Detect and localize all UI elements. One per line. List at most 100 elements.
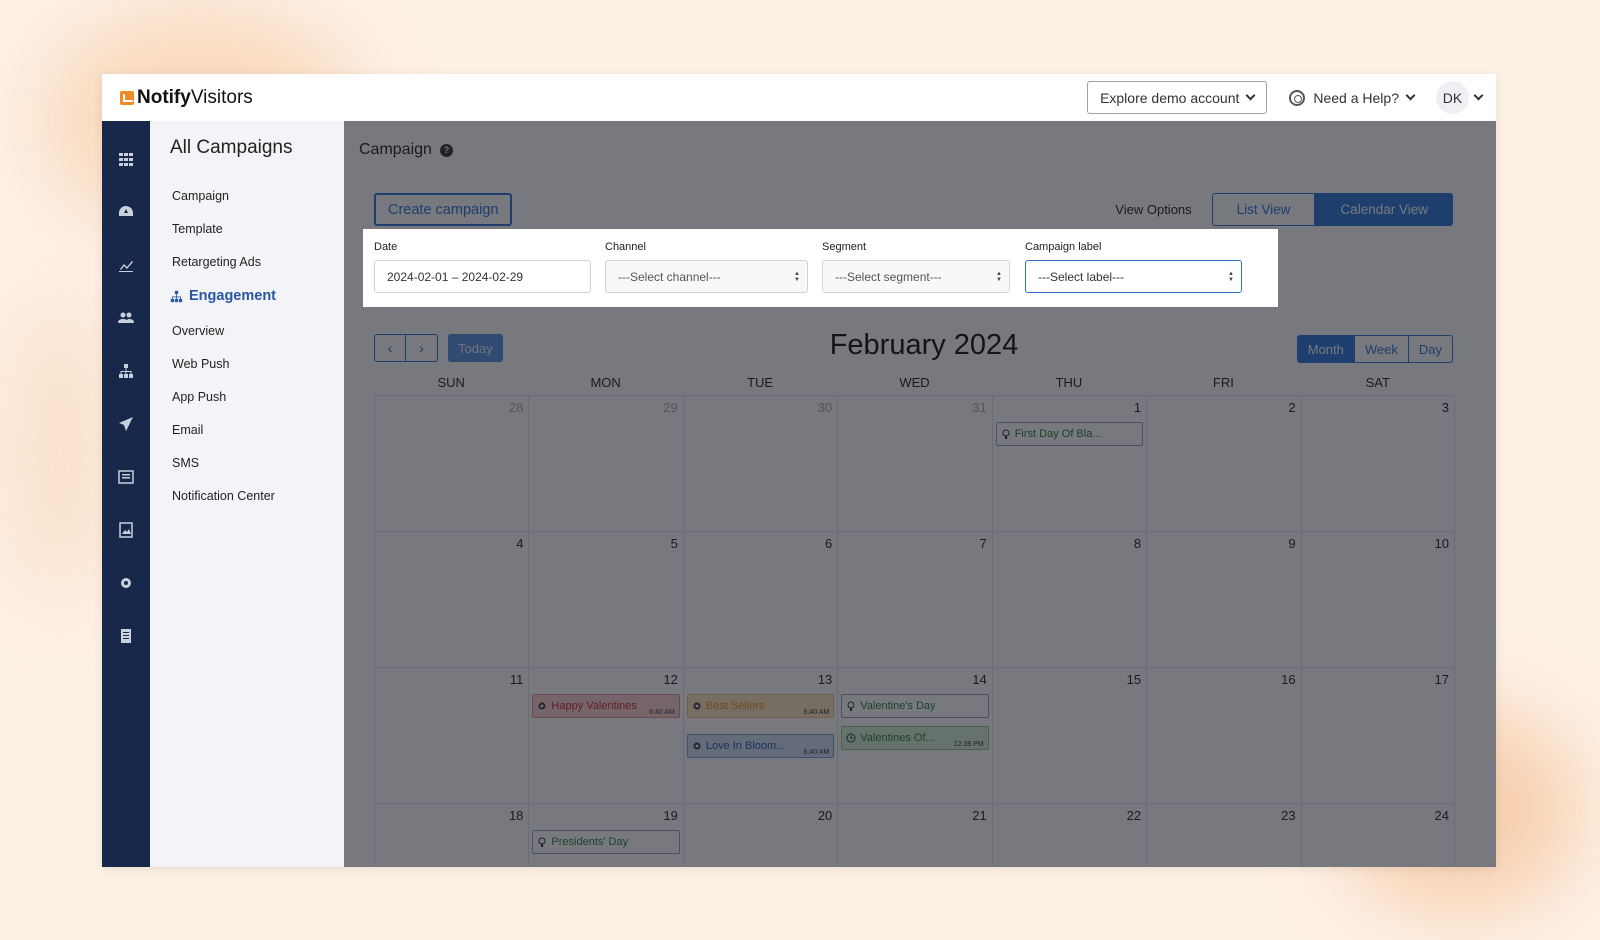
send-icon[interactable] <box>118 416 134 432</box>
calendar-day-cell[interactable]: 17 <box>1300 668 1455 803</box>
dashboard-icon[interactable] <box>118 204 134 220</box>
calendar-day-cell[interactable]: 12 Happy Valentines 6:40 AM <box>528 668 682 803</box>
calendar-day-cell[interactable]: 16 <box>1146 668 1300 803</box>
calendar-day-cell[interactable]: 13 Best Sellers 6:40 AM Love In Bloom... 6:4… <box>682 668 837 803</box>
calendar-event[interactable]: Happy Valentines 6:40 AM <box>532 694 680 718</box>
calendar-day-cell[interactable]: 11 <box>374 668 528 803</box>
document-icon[interactable] <box>118 628 134 644</box>
weekday-wed: WED <box>899 375 930 390</box>
calendar-day-cell[interactable]: 6 <box>682 532 837 667</box>
sidebar-item-sms[interactable]: SMS <box>170 446 344 479</box>
calendar-day-cell[interactable]: 7 <box>837 532 991 667</box>
gear-icon <box>692 701 702 711</box>
calendar-day-cell[interactable]: 22 <box>991 804 1146 867</box>
grid-icon[interactable] <box>118 151 134 167</box>
app-body: All Campaigns Campaign Template Retarget… <box>102 121 1496 867</box>
day-number: 31 <box>972 400 987 415</box>
select-arrows-icon: ▲ ▼ <box>996 271 1002 283</box>
calendar-day-cell[interactable]: 15 <box>991 668 1146 803</box>
hierarchy-icon[interactable] <box>118 363 134 379</box>
sidebar-item-app-push[interactable]: App Push <box>170 380 344 413</box>
month-view-button[interactable]: Month <box>1296 335 1355 363</box>
help-menu[interactable]: Need a Help? <box>1289 89 1416 106</box>
calendar-day-cell[interactable]: 8 <box>991 532 1146 667</box>
date-range-input[interactable]: 2024-02-01 – 2024-02-29 <box>374 260 591 293</box>
calendar-day-cell[interactable]: 1 First Day Of Bla... <box>991 396 1146 531</box>
calendar-day-cell[interactable]: 31 <box>837 396 991 531</box>
sidebar-item-overview[interactable]: Overview <box>170 314 344 347</box>
calendar-day-cell[interactable]: 3 <box>1300 396 1455 531</box>
calendar-event[interactable]: Valentine's Day <box>841 694 989 718</box>
calendar-day-cell[interactable]: 23 <box>1146 804 1300 867</box>
event-label: Love In Bloom... <box>705 740 786 752</box>
bulb-icon <box>537 837 547 847</box>
list-view-button[interactable]: List View <box>1211 193 1316 226</box>
help-circle-icon[interactable]: ? <box>439 143 453 157</box>
calendar-day-cell[interactable]: 20 <box>682 804 837 867</box>
logo-text-bold: Notify <box>137 86 191 108</box>
users-icon[interactable] <box>118 310 134 326</box>
channel-select[interactable]: ---Select channel--- ▲ ▼ <box>605 260 808 293</box>
select-arrows-icon: ▲ ▼ <box>1228 271 1234 283</box>
image-icon[interactable] <box>118 522 134 538</box>
sidebar-item-notification-center[interactable]: Notification Center <box>170 479 344 512</box>
sidebar-section-engagement[interactable]: Engagement <box>170 278 344 314</box>
calendar-day-cell[interactable]: 2 <box>1146 396 1300 531</box>
day-number: 19 <box>663 808 678 823</box>
settings-icon[interactable] <box>118 575 134 591</box>
event-label: Best Sellers <box>705 700 765 712</box>
explore-demo-button[interactable]: Explore demo account <box>1087 81 1268 114</box>
date-filter: Date 2024-02-01 – 2024-02-29 <box>374 241 591 293</box>
calendar-day-cell[interactable]: 29 <box>528 396 682 531</box>
brand-logo[interactable]: Notify Visitors <box>120 87 253 109</box>
week-view-button[interactable]: Week <box>1354 335 1408 363</box>
page-title: Campaign ? <box>359 141 453 159</box>
avatar: DK <box>1436 81 1469 114</box>
day-number: 14 <box>972 672 987 687</box>
calendar-day-cell[interactable]: 4 <box>374 532 528 667</box>
day-number: 9 <box>1288 536 1296 551</box>
day-number: 24 <box>1434 808 1449 823</box>
calendar-day-cell[interactable]: 19 Presidents' Day <box>528 804 682 867</box>
day-number: 15 <box>1126 672 1142 687</box>
day-number: 4 <box>516 536 524 551</box>
select-arrows-icon: ▲ ▼ <box>794 271 800 283</box>
sidebar-item-retargeting-ads[interactable]: Retargeting Ads <box>170 245 344 278</box>
bulb-icon <box>1001 429 1011 439</box>
calendar-day-cell[interactable]: 24 <box>1300 804 1455 867</box>
campaign-label-select-value: ---Select label--- <box>1038 269 1125 284</box>
calendar-event[interactable]: Love In Bloom... 6:40 AM <box>686 734 835 758</box>
calendar-day-cell[interactable]: 14 Valentine's Day Valentines Of... 12:39 P… <box>837 668 991 803</box>
event-time: 6:40 AM <box>803 749 830 756</box>
channel-filter: Channel ---Select channel--- ▲ ▼ <box>605 241 808 293</box>
list-icon[interactable] <box>118 469 134 485</box>
calendar-event[interactable]: Valentines Of... 12:39 PM <box>841 726 989 750</box>
day-number: 30 <box>817 400 833 415</box>
campaign-label-label: Campaign label <box>1025 241 1102 253</box>
calendar-week: 18 19 Presidents' Day 20 21 22 23 24 <box>374 803 1455 867</box>
calendar-day-cell[interactable]: 30 <box>682 396 837 531</box>
view-options: View Options List View Calendar View <box>1115 193 1453 226</box>
campaign-label-select[interactable]: ---Select label--- ▲ ▼ <box>1025 260 1242 293</box>
day-view-button[interactable]: Day <box>1407 335 1453 363</box>
day-number: 13 <box>817 672 833 687</box>
calendar-view-button[interactable]: Calendar View <box>1315 193 1453 226</box>
sidebar-item-web-push[interactable]: Web Push <box>170 347 344 380</box>
calendar-event[interactable]: Presidents' Day <box>532 830 680 854</box>
calendar-day-cell[interactable]: 9 <box>1146 532 1300 667</box>
segment-select[interactable]: ---Select segment--- ▲ ▼ <box>822 260 1010 293</box>
filter-panel: Date 2024-02-01 – 2024-02-29 Channel ---… <box>363 229 1278 307</box>
calendar-day-cell[interactable]: 5 <box>528 532 682 667</box>
sidebar-item-template[interactable]: Template <box>170 212 344 245</box>
sidebar-item-email[interactable]: Email <box>170 413 344 446</box>
calendar-day-cell[interactable]: 21 <box>837 804 991 867</box>
calendar-day-cell[interactable]: 18 <box>374 804 528 867</box>
calendar-event[interactable]: First Day Of Bla... <box>995 422 1144 446</box>
calendar-event[interactable]: Best Sellers 6:40 AM <box>686 694 835 718</box>
sidebar-item-campaign[interactable]: Campaign <box>170 179 344 212</box>
analytics-icon[interactable] <box>118 257 134 273</box>
calendar-day-cell[interactable]: 10 <box>1300 532 1455 667</box>
calendar-day-cell[interactable]: 28 <box>374 396 528 531</box>
create-campaign-button[interactable]: Create campaign <box>374 193 513 226</box>
user-menu[interactable]: DK <box>1436 81 1484 114</box>
